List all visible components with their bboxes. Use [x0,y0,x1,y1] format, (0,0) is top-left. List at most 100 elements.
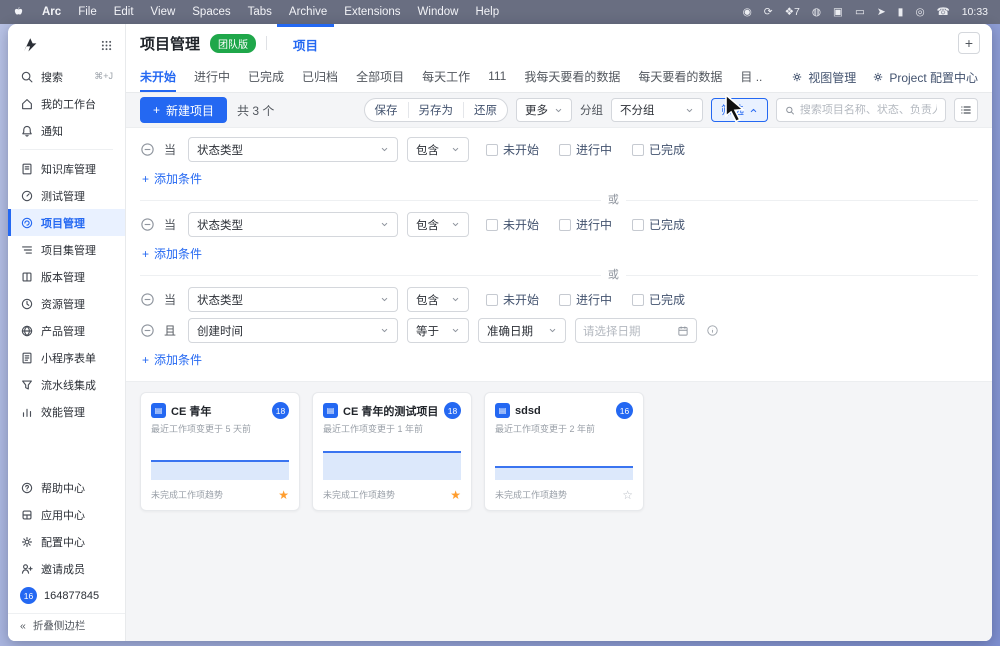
project-config-link[interactable]: Project 配置中心 [872,69,978,86]
menu-arc[interactable]: Arc [42,6,61,18]
more-dropdown[interactable]: 更多 [516,98,572,122]
new-project-button[interactable]: + 新建项目 [140,97,227,123]
tab-completed[interactable]: 已完成 [248,62,284,92]
tab-daily-work[interactable]: 每天工作 [422,62,470,92]
sidebar-item-resource[interactable]: 资源管理 [8,290,125,317]
checkbox-in-progress[interactable]: 进行中 [559,216,612,233]
checkbox-completed[interactable]: 已完成 [632,141,685,158]
info-icon[interactable] [706,324,719,337]
search-input[interactable] [800,104,937,116]
sidebar-item-version[interactable]: 版本管理 [8,263,125,290]
remove-condition-icon[interactable] [140,323,155,338]
chat-badge-icon[interactable]: ❖7 [785,6,800,18]
doc-tab-project[interactable]: 项目 [277,24,334,62]
bell-icon [20,124,34,138]
camera-icon[interactable]: ◉ [743,6,752,18]
sidebar-item-product[interactable]: 产品管理 [8,317,125,344]
checkbox-in-progress[interactable]: 进行中 [559,141,612,158]
menu-edit[interactable]: Edit [114,6,134,18]
project-card[interactable]: ▤ CE 青年 18 最近工作项变更于 5 天前 未完成工作项趋势 ★ [140,392,300,511]
remove-condition-icon[interactable] [140,217,155,232]
tab-my-daily-data[interactable]: 我每天要看的数据 [524,62,620,92]
tab-archived[interactable]: 已归档 [302,62,338,92]
sidebar-item-invite[interactable]: 邀请成员 [8,555,125,582]
tab-111[interactable]: 111 [488,62,506,92]
tab-not-started[interactable]: 未开始 [140,62,176,92]
sidebar-item-portfolio[interactable]: 项目集管理 [8,236,125,263]
battery-icon[interactable]: ▮ [898,6,904,18]
tab-truncated[interactable]: 目 .. [740,62,762,92]
project-card[interactable]: ▤ sdsd 16 最近工作项变更于 2 年前 未完成工作项趋势 ☆ [484,392,644,511]
operator-dropdown[interactable]: 包含 [407,137,469,162]
filter-toggle-button[interactable]: 筛选 [711,98,768,122]
sidebar-item-help-center[interactable]: 帮助中心 [8,474,125,501]
menu-view[interactable]: View [151,6,176,18]
input-source-icon[interactable]: ▣ [833,6,843,18]
field-dropdown[interactable]: 状态类型 [188,287,398,312]
operator-dropdown[interactable]: 包含 [407,287,469,312]
phone-icon[interactable]: ☎ [937,6,950,18]
checkbox-not-started[interactable]: 未开始 [486,141,539,158]
control-pill-icon[interactable]: ▭ [855,6,865,18]
menu-archive[interactable]: Archive [289,6,327,18]
tab-all-projects[interactable]: 全部项目 [356,62,404,92]
favorite-star-icon[interactable]: ☆ [622,489,633,501]
favorite-star-icon[interactable]: ★ [450,489,461,501]
project-card[interactable]: ▤ CE 青年的测试项目 18 最近工作项变更于 1 年前 未完成工作项趋势 ★ [312,392,472,511]
menu-help[interactable]: Help [475,6,499,18]
group-dropdown[interactable]: 不分组 [611,98,703,122]
apple-icon[interactable] [12,5,25,19]
checkbox-not-started[interactable]: 未开始 [486,291,539,308]
date-picker-input[interactable]: 请选择日期 [575,318,697,343]
or-label: 或 [601,268,626,283]
sidebar-item-search[interactable]: 搜索 ⌘+J [8,63,125,90]
sidebar-item-pipeline[interactable]: 流水线集成 [8,371,125,398]
view-management-link[interactable]: 视图管理 [791,69,856,86]
favorite-star-icon[interactable]: ★ [278,489,289,501]
sidebar-item-test[interactable]: 测试管理 [8,182,125,209]
checkbox [559,144,571,156]
compass-icon[interactable]: ◎ [915,6,924,18]
refresh-icon[interactable]: ⟳ [764,6,773,18]
remove-condition-icon[interactable] [140,292,155,307]
sidebar-item-config-center[interactable]: 配置中心 [8,528,125,555]
checkbox-completed[interactable]: 已完成 [632,291,685,308]
field-dropdown[interactable]: 状态类型 [188,212,398,237]
checkbox-not-started[interactable]: 未开始 [486,216,539,233]
restore-button[interactable]: 还原 [463,102,507,118]
add-view-button[interactable]: + [958,32,980,54]
save-button[interactable]: 保存 [365,102,408,118]
menu-extensions[interactable]: Extensions [344,6,400,18]
apps-grid-icon[interactable] [100,39,113,52]
sidebar-item-app-center[interactable]: 应用中心 [8,501,125,528]
field-dropdown[interactable]: 创建时间 [188,318,398,343]
menu-tabs[interactable]: Tabs [248,6,272,18]
checkbox-completed[interactable]: 已完成 [632,216,685,233]
sidebar-item-project[interactable]: 项目管理 [8,209,125,236]
sidebar-item-knowledge[interactable]: 知识库管理 [8,155,125,182]
save-as-button[interactable]: 另存为 [408,102,464,118]
sidebar-user[interactable]: 16 164877845 [8,582,125,609]
menu-file[interactable]: File [78,6,97,18]
list-view-button[interactable] [954,98,978,122]
menu-window[interactable]: Window [418,6,459,18]
sidebar-collapse[interactable]: « 折叠侧边栏 [8,613,125,637]
add-condition-button[interactable]: + 添加条件 [142,240,202,267]
operator-dropdown[interactable]: 包含 [407,212,469,237]
sidebar-item-miniform[interactable]: 小程序表单 [8,344,125,371]
add-condition-button[interactable]: + 添加条件 [142,165,202,192]
date-mode-dropdown[interactable]: 准确日期 [478,318,566,343]
sidebar-item-notifications[interactable]: 通知 [8,117,125,144]
add-condition-button[interactable]: + 添加条件 [142,346,202,373]
network-icon[interactable]: ◍ [812,6,821,18]
checkbox-in-progress[interactable]: 进行中 [559,291,612,308]
sidebar-item-performance[interactable]: 效能管理 [8,398,125,425]
sidebar-item-workbench[interactable]: 我的工作台 [8,90,125,117]
menu-spaces[interactable]: Spaces [192,6,230,18]
operator-dropdown[interactable]: 等于 [407,318,469,343]
tab-daily-data[interactable]: 每天要看的数据 [638,62,722,92]
tab-in-progress[interactable]: 进行中 [194,62,230,92]
remove-condition-icon[interactable] [140,142,155,157]
field-dropdown[interactable]: 状态类型 [188,137,398,162]
swift-icon[interactable]: ➤ [877,6,886,18]
